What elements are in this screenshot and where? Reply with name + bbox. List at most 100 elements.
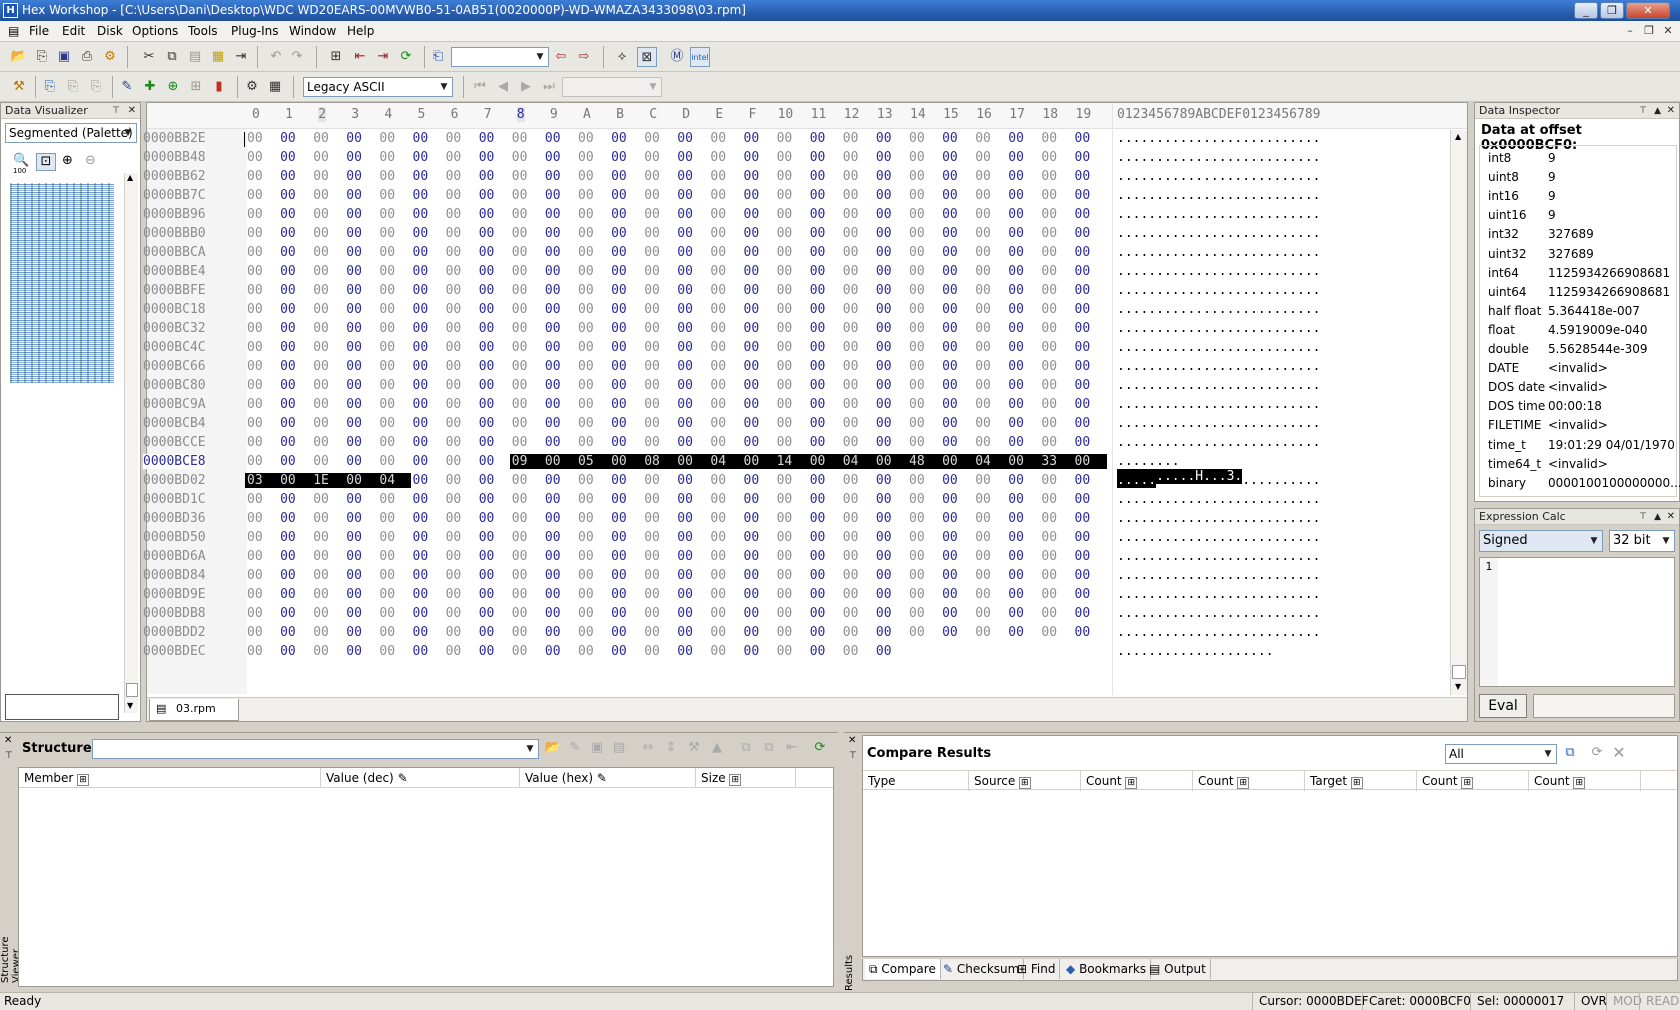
hex-byte[interactable]: 00	[1006, 606, 1024, 621]
hex-byte[interactable]: 00	[775, 169, 793, 184]
hex-byte[interactable]: 00	[311, 606, 329, 621]
hex-byte[interactable]: 00	[874, 625, 892, 640]
hex-byte[interactable]: 00	[1039, 568, 1057, 583]
hex-byte[interactable]: 00	[742, 473, 760, 488]
hex-byte[interactable]: 00	[543, 587, 561, 602]
hex-byte[interactable]: 00	[742, 188, 760, 203]
hex-byte[interactable]: 00	[907, 625, 925, 640]
pencil-icon[interactable]: ✎	[398, 771, 408, 785]
hex-byte[interactable]: 00	[775, 283, 793, 298]
hex-byte[interactable]: 00	[940, 150, 958, 165]
hex-byte[interactable]: 00	[973, 131, 991, 146]
hex-byte[interactable]: 00	[675, 473, 693, 488]
inspector-row[interactable]: int8 9	[1480, 150, 1676, 168]
refresh-icon[interactable]: ⟳	[810, 738, 830, 758]
hex-byte[interactable]: 00	[344, 359, 362, 374]
hex-byte[interactable]: 00	[278, 644, 296, 659]
hex-byte[interactable]: 00	[1039, 530, 1057, 545]
hex-byte[interactable]: 00	[609, 606, 627, 621]
hex-byte[interactable]: 00	[444, 454, 462, 469]
hex-byte[interactable]: 00	[444, 606, 462, 621]
pin-icon[interactable]: ⊤	[849, 751, 857, 761]
hex-byte[interactable]: 04	[377, 473, 412, 488]
hex-byte[interactable]: 00	[742, 587, 760, 602]
hex-byte[interactable]: 00	[675, 188, 693, 203]
hex-byte[interactable]: 00	[874, 150, 892, 165]
ascii-cell[interactable]: ..........................	[1117, 302, 1321, 317]
hex-byte[interactable]: 00	[775, 264, 793, 279]
hex-byte[interactable]: 00	[675, 245, 693, 260]
tab-checksum[interactable]: ✎ Checksum	[939, 959, 1025, 979]
hex-byte[interactable]: 00	[311, 530, 329, 545]
mdi-close-button[interactable]: ✕	[1660, 24, 1676, 39]
hex-byte[interactable]: 00	[1006, 530, 1024, 545]
hex-byte[interactable]: 00	[1073, 340, 1091, 355]
hex-byte[interactable]: 00	[510, 226, 528, 241]
hex-byte[interactable]: 00	[708, 568, 726, 583]
hex-byte[interactable]: 00	[1006, 492, 1024, 507]
hex-byte[interactable]: 00	[775, 207, 793, 222]
hex-byte[interactable]: 00	[444, 378, 462, 393]
hex-byte[interactable]: 00	[675, 530, 693, 545]
hex-byte[interactable]: 00	[245, 549, 263, 564]
hex-byte[interactable]: 00	[377, 549, 395, 564]
hex-byte[interactable]: 00	[510, 245, 528, 260]
hex-byte[interactable]: 00	[510, 644, 528, 659]
hex-byte[interactable]: 00	[841, 359, 859, 374]
hex-byte[interactable]: 00	[742, 606, 760, 621]
visualizer-mode-select[interactable]: Segmented (Palette) ▼	[5, 123, 137, 143]
hex-byte[interactable]: 00	[311, 321, 329, 336]
hex-byte[interactable]: 00	[1006, 321, 1024, 336]
hex-byte[interactable]: 00	[311, 150, 329, 165]
hex-byte[interactable]: 00	[543, 340, 561, 355]
hex-byte[interactable]: 00	[940, 321, 958, 336]
hex-byte[interactable]: 00	[708, 359, 726, 374]
hex-byte[interactable]: 00	[278, 454, 296, 469]
inspector-row[interactable]: half float 5.364418e-007	[1480, 303, 1676, 321]
hex-byte[interactable]: 00	[377, 644, 395, 659]
hex-byte[interactable]: 00	[311, 207, 329, 222]
hex-byte[interactable]: 00	[708, 397, 726, 412]
hex-byte[interactable]: 00	[675, 587, 693, 602]
hex-byte[interactable]: 00	[377, 245, 395, 260]
hex-byte[interactable]: 00	[377, 454, 395, 469]
hex-byte[interactable]: 00	[841, 435, 859, 450]
hex-byte[interactable]: 00	[311, 568, 329, 583]
hex-byte[interactable]: 00	[1039, 397, 1057, 412]
hex-byte[interactable]: 00	[311, 359, 329, 374]
hex-byte[interactable]: 00	[940, 511, 958, 526]
hex-byte[interactable]: 00	[377, 492, 395, 507]
hex-byte[interactable]: 00	[841, 378, 859, 393]
hex-byte[interactable]: 00	[377, 606, 395, 621]
hex-byte[interactable]: 00	[245, 359, 263, 374]
hex-byte[interactable]: 00	[377, 283, 395, 298]
hex-byte[interactable]: 00	[642, 397, 660, 412]
hex-byte[interactable]: 00	[411, 340, 429, 355]
menu-edit[interactable]: Edit	[58, 23, 89, 40]
hex-byte[interactable]: 00	[444, 321, 462, 336]
compare-refresh-icon[interactable]: ⟳	[1587, 743, 1607, 763]
hex-byte[interactable]: 00	[940, 606, 958, 621]
intel-icon[interactable]: intel	[690, 47, 710, 67]
hammer-icon[interactable]: ⚒	[9, 77, 29, 97]
hex-byte[interactable]: 00	[510, 207, 528, 222]
hex-byte[interactable]: 00	[411, 302, 429, 317]
ascii-cell[interactable]: ..........................	[1117, 283, 1321, 298]
hex-byte[interactable]: 00	[708, 302, 726, 317]
hex-byte[interactable]: 00	[344, 378, 362, 393]
up-icon[interactable]: ▲	[707, 738, 727, 758]
filter-icon[interactable]: ⊞	[1125, 777, 1138, 789]
hex-byte[interactable]: 00	[708, 549, 726, 564]
hex-byte[interactable]: 00	[411, 207, 429, 222]
hex-byte[interactable]: 00	[742, 492, 760, 507]
hex-byte[interactable]: 00	[510, 264, 528, 279]
hex-byte[interactable]: 00	[311, 511, 329, 526]
hex-byte[interactable]: 00	[1039, 606, 1057, 621]
hex-byte[interactable]: 00	[278, 511, 296, 526]
hex-byte[interactable]: 00	[841, 226, 859, 241]
hex-byte[interactable]: 00	[1039, 340, 1057, 355]
menu-window[interactable]: Window	[285, 23, 340, 40]
hex-byte[interactable]: 00	[510, 549, 528, 564]
hex-byte[interactable]: 00	[775, 530, 793, 545]
hex-byte[interactable]: 00	[377, 302, 395, 317]
